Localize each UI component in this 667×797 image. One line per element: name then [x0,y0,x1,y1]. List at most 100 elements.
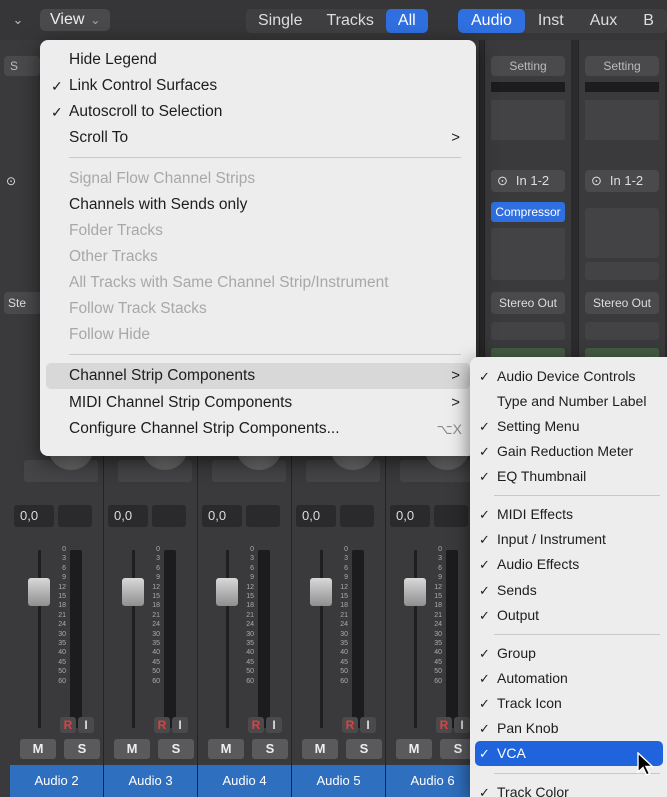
view-menu-button[interactable]: View ⌄ [40,9,111,31]
group-slot[interactable] [585,322,659,340]
input-slot[interactable]: ⊙ In 1-2 [585,170,659,192]
mute-button[interactable]: M [20,739,56,759]
menu-item-channel-strip-components[interactable]: Channel Strip Components > [46,363,470,389]
fader-scale-tick: 12 [152,583,160,591]
chevron-down-icon[interactable]: ⌄ [8,10,28,30]
segment-tracks[interactable]: Tracks [314,9,385,33]
plugin-slot-empty[interactable] [585,208,659,258]
solo-button[interactable]: S [64,739,100,759]
submenu-item-sends[interactable]: ✓ Sends [470,578,667,603]
fader-track [38,550,41,728]
track-name-label[interactable]: Audio 5 [292,765,385,797]
track-name-label[interactable]: Audio 2 [10,765,103,797]
mute-button[interactable]: M [396,739,432,759]
submenu-item-input-instrument[interactable]: ✓ Input / Instrument [470,527,667,552]
submenu-item-track-color[interactable]: ✓ Track Color [470,780,667,797]
gain-reduction-meter [491,82,565,92]
track-name-label[interactable]: Audio 3 [104,765,197,797]
peak-display [58,505,92,527]
submenu-item-midi-effects[interactable]: ✓ MIDI Effects [470,502,667,527]
menu-item-link-control-surfaces[interactable]: ✓ Link Control Surfaces [40,73,476,99]
fader-scale-tick: 40 [434,649,442,657]
fader-scale-tick: 6 [62,564,66,572]
chevron-right-icon: > [451,394,460,411]
fader-scale-tick: 18 [152,602,160,610]
checkmark-icon: ✓ [51,104,63,120]
group-slot[interactable] [491,322,565,340]
submenu-item-automation[interactable]: ✓ Automation [470,666,667,691]
submenu-item-audio-device-controls[interactable]: ✓ Audio Device Controls [470,364,667,389]
peak-display [152,505,186,527]
submenu-item-track-icon[interactable]: ✓ Track Icon [470,691,667,716]
menu-item-autoscroll[interactable]: ✓ Autoscroll to Selection [40,99,476,125]
submenu-item-setting-menu[interactable]: ✓ Setting Menu [470,414,667,439]
output-slot-partial[interactable]: Ste [4,292,42,314]
fader-scale-tick: 21 [340,611,348,619]
submenu-item-eq-thumbnail[interactable]: ✓ EQ Thumbnail [470,464,667,489]
input-slot[interactable]: ⊙ In 1-2 [491,170,565,192]
record-enable-button[interactable]: R [154,717,170,733]
solo-button[interactable]: S [252,739,288,759]
fader-scale-tick: 60 [58,677,66,685]
input-label: In 1-2 [515,173,550,188]
submenu-item-pan-knob[interactable]: ✓ Pan Knob [470,716,667,741]
menu-item-channels-with-sends[interactable]: Channels with Sends only [40,192,476,218]
track-name-label[interactable]: Audio 4 [198,765,291,797]
segment-all[interactable]: All [385,9,428,33]
submenu-item-audio-effects[interactable]: ✓ Audio Effects [470,552,667,577]
fader-scale-tick: 12 [340,583,348,591]
submenu-item-gain-reduction-meter[interactable]: ✓ Gain Reduction Meter [470,439,667,464]
record-enable-button[interactable]: R [248,717,264,733]
mute-button[interactable]: M [208,739,244,759]
send-slot[interactable] [585,262,659,280]
segment-single[interactable]: Single [246,9,314,33]
plugin-slot-compressor[interactable]: Compressor [491,202,565,222]
fader-scale-tick: 6 [156,564,160,572]
eq-thumbnail[interactable] [491,100,565,140]
fader-scale-tick: 45 [340,658,348,666]
filter-bus[interactable]: B [630,9,667,33]
link-icon: ⊙ [591,173,602,188]
record-enable-button[interactable]: R [60,717,76,733]
menu-item-configure-components[interactable]: Configure Channel Strip Components... ⌥X [40,416,476,442]
setting-button[interactable]: Setting [491,56,565,76]
menu-item-label: Other Tracks [69,248,158,265]
setting-button-partial[interactable]: S [4,56,40,76]
output-slot[interactable]: Stereo Out [491,292,565,314]
fader-scale-tick: 0 [156,546,160,553]
fader-scale-tick: 24 [246,621,254,629]
fader-scale-tick: 3 [156,555,160,563]
menu-item-midi-channel-strip-components[interactable]: MIDI Channel Strip Components > [40,390,476,416]
input-monitor-button[interactable]: I [266,717,282,733]
submenu-item-type-number-label[interactable]: Type and Number Label [470,389,667,414]
plugin-slot-empty[interactable] [491,228,565,264]
solo-button[interactable]: S [158,739,194,759]
input-monitor-button[interactable]: I [360,717,376,733]
setting-button[interactable]: Setting [585,56,659,76]
track-name-label[interactable]: Audio 6 [386,765,479,797]
input-monitor-button[interactable]: I [454,717,470,733]
send-slot[interactable] [491,262,565,280]
input-monitor-button[interactable]: I [78,717,94,733]
submenu-item-label: Audio Device Controls [497,368,636,384]
submenu-item-group[interactable]: ✓ Group [470,641,667,666]
filter-aux[interactable]: Aux [577,9,631,33]
submenu-item-output[interactable]: ✓ Output [470,603,667,628]
filter-audio[interactable]: Audio [458,9,525,33]
filter-inst[interactable]: Inst [525,9,577,33]
record-enable-button[interactable]: R [436,717,452,733]
submenu-item-vca[interactable]: ✓ VCA [475,741,663,766]
fader-scale-tick: 45 [58,658,66,666]
checkmark-icon: ✓ [51,78,63,94]
menu-item-label: Signal Flow Channel Strips [69,170,256,187]
solo-button[interactable]: S [346,739,382,759]
input-monitor-button[interactable]: I [172,717,188,733]
mute-button[interactable]: M [114,739,150,759]
record-enable-button[interactable]: R [342,717,358,733]
output-slot[interactable]: Stereo Out [585,292,659,314]
menu-item-scroll-to[interactable]: Scroll To > [40,125,476,151]
mute-button[interactable]: M [302,739,338,759]
eq-thumbnail[interactable] [585,100,659,140]
menu-item-hide-legend[interactable]: Hide Legend [40,47,476,73]
submenu-item-label: VCA [497,745,526,761]
